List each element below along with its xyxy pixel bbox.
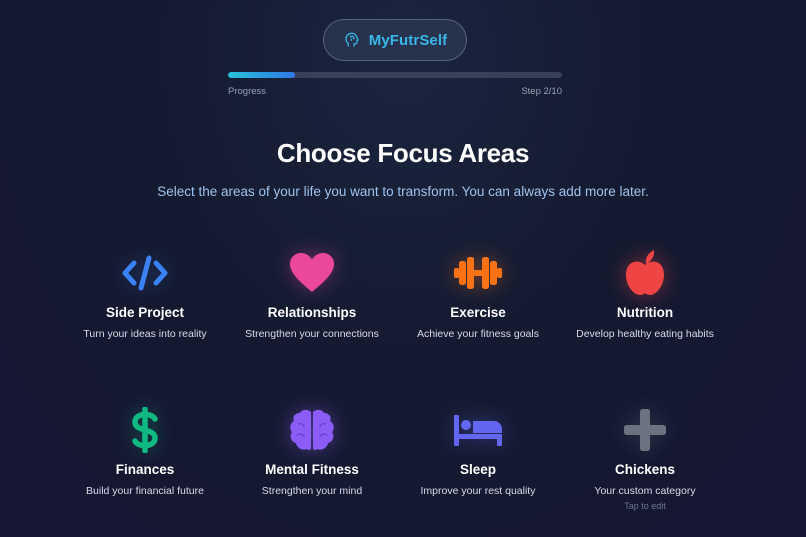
card-description: Build your financial future xyxy=(86,485,204,497)
head-profile-icon xyxy=(343,31,361,49)
card-title: Side Project xyxy=(105,305,185,320)
card-description: Turn your ideas into reality xyxy=(83,328,207,340)
dumbbell-icon xyxy=(454,254,502,292)
progress-bar xyxy=(228,72,562,78)
progress-fill xyxy=(228,72,295,78)
focus-card-exercise[interactable]: Exercise Achieve your fitness goals xyxy=(403,248,553,342)
card-title: Relationships xyxy=(267,305,357,320)
focus-card-chickens[interactable]: Chickens Your custom category Tap to edi… xyxy=(570,405,720,511)
app-name: MyFutrSelf xyxy=(368,31,448,49)
plus-icon xyxy=(624,409,666,451)
page-title: Choose Focus Areas xyxy=(276,138,530,168)
card-description: Strengthen your connections xyxy=(245,328,379,340)
card-title: Mental Fitness xyxy=(265,462,359,477)
card-title: Finances xyxy=(115,462,175,477)
progress-step-text: Step 2/10 xyxy=(521,86,562,97)
card-description: Develop healthy eating habits xyxy=(576,328,714,340)
page-subtitle: Select the areas of your life you want t… xyxy=(157,184,649,199)
card-description: Strengthen your mind xyxy=(261,485,363,497)
apple-icon xyxy=(624,249,666,297)
edit-hint[interactable]: Tap to edit xyxy=(570,501,720,511)
card-title: Chickens xyxy=(614,462,676,477)
brain-icon xyxy=(289,408,335,452)
card-description: Improve your rest quality xyxy=(420,485,536,497)
card-title: Exercise xyxy=(450,305,506,320)
focus-card-mental-fitness[interactable]: Mental Fitness Strengthen your mind xyxy=(237,405,387,499)
app-logo: MyFutrSelf xyxy=(323,19,467,61)
card-title: Sleep xyxy=(459,462,497,477)
focus-card-nutrition[interactable]: Nutrition Develop healthy eating habits xyxy=(570,248,720,342)
card-description: Your custom category xyxy=(594,485,696,497)
card-title: Nutrition xyxy=(616,305,674,320)
focus-card-relationships[interactable]: Relationships Strengthen your connection… xyxy=(237,248,387,342)
code-icon xyxy=(122,253,168,293)
focus-card-finances[interactable]: Finances Build your financial future xyxy=(70,405,220,499)
focus-card-sleep[interactable]: Sleep Improve your rest quality xyxy=(403,405,553,499)
progress-label: Progress xyxy=(228,86,267,97)
card-description: Achieve your fitness goals xyxy=(417,328,539,340)
dollar-icon xyxy=(130,407,160,453)
heart-icon xyxy=(289,252,335,294)
focus-card-side-project[interactable]: Side Project Turn your ideas into realit… xyxy=(70,248,220,342)
bed-icon xyxy=(454,413,502,447)
